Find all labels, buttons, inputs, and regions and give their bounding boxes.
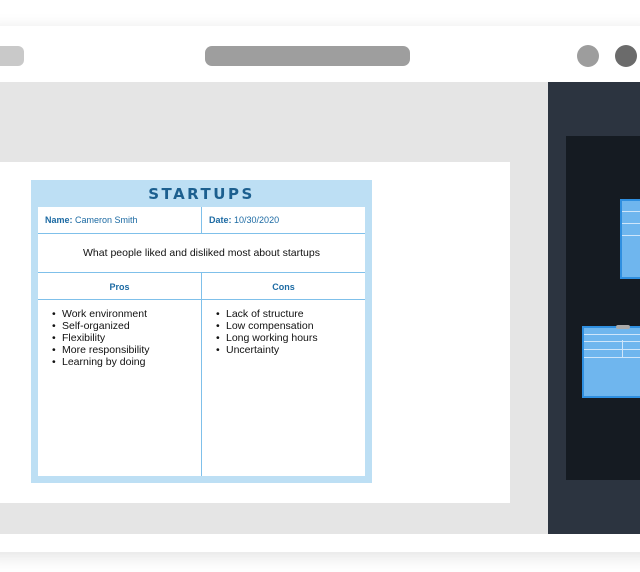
editor-canvas[interactable]: STARTUPS Name: Cameron Smith Date: 10/30… xyxy=(0,82,548,534)
list-item: Self-organized xyxy=(52,320,150,332)
name-cell[interactable]: Name: Cameron Smith xyxy=(38,207,202,234)
cons-column[interactable]: Lack of structure Low compensation Long … xyxy=(202,300,365,476)
drag-handle[interactable] xyxy=(616,325,630,329)
thumbnail-line xyxy=(622,211,640,212)
address-bar[interactable] xyxy=(205,46,410,66)
thumbnail-line xyxy=(584,357,640,358)
date-label: Date: xyxy=(209,215,232,225)
window-control-button[interactable] xyxy=(577,45,599,67)
document-title: STARTUPS xyxy=(148,185,255,203)
list-item: Long working hours xyxy=(216,332,318,344)
back-button[interactable] xyxy=(0,46,24,66)
template-thumbnail[interactable] xyxy=(582,325,640,398)
pros-list: Work environment Self-organized Flexibil… xyxy=(52,308,150,368)
template-thumbnail[interactable] xyxy=(620,199,640,279)
date-cell[interactable]: Date: 10/30/2020 xyxy=(202,207,365,234)
cons-header-cell[interactable]: Cons xyxy=(202,273,365,300)
list-item: Low compensation xyxy=(216,320,318,332)
document-table: Name: Cameron Smith Date: 10/30/2020 Wha… xyxy=(38,207,365,476)
thumbnail-line xyxy=(622,340,623,358)
pros-column[interactable]: Work environment Self-organized Flexibil… xyxy=(38,300,202,476)
slide-page[interactable]: STARTUPS Name: Cameron Smith Date: 10/30… xyxy=(0,162,510,503)
thumbnail-line xyxy=(584,341,640,342)
pros-cons-document[interactable]: STARTUPS Name: Cameron Smith Date: 10/30… xyxy=(31,180,372,483)
side-panel xyxy=(548,82,640,534)
list-item: Uncertainty xyxy=(216,344,318,356)
name-label: Name: xyxy=(45,215,73,225)
name-value: Cameron Smith xyxy=(75,215,138,225)
pros-header-cell[interactable]: Pros xyxy=(38,273,202,300)
window-control-button[interactable] xyxy=(615,45,637,67)
title-bar xyxy=(0,26,640,82)
thumbnail-line xyxy=(584,349,640,350)
list-item: More responsibility xyxy=(52,344,150,356)
pros-header: Pros xyxy=(109,282,130,292)
app-window: STARTUPS Name: Cameron Smith Date: 10/30… xyxy=(0,26,640,552)
list-item: Lack of structure xyxy=(216,308,318,320)
date-field: Date: 10/30/2020 xyxy=(209,215,279,225)
cons-header: Cons xyxy=(272,282,295,292)
list-item: Learning by doing xyxy=(52,356,150,368)
thumbnail-line xyxy=(622,235,640,236)
thumbnail-area xyxy=(566,136,640,480)
list-item: Work environment xyxy=(52,308,150,320)
list-item: Flexibility xyxy=(52,332,150,344)
name-field: Name: Cameron Smith xyxy=(45,215,138,225)
cons-list: Lack of structure Low compensation Long … xyxy=(216,308,318,356)
question-text: What people liked and disliked most abou… xyxy=(83,247,320,259)
date-value: 10/30/2020 xyxy=(234,215,280,225)
thumbnail-line xyxy=(622,223,640,224)
question-cell[interactable]: What people liked and disliked most abou… xyxy=(38,234,365,273)
thumbnail-line xyxy=(584,334,640,335)
status-bar xyxy=(0,534,548,552)
